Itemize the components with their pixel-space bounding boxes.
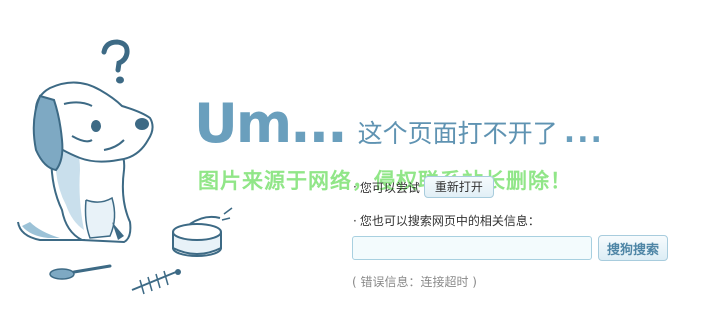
dog-head (32, 81, 154, 172)
spoon-icon (49, 264, 112, 280)
headline-dots: ... (563, 115, 604, 150)
confused-dog-illustration (17, 39, 233, 295)
question-mark-icon (101, 39, 130, 84)
search-form: 搜狗搜索 (352, 235, 669, 261)
error-headline: Um... 这个页面打不开了 ... (194, 92, 604, 155)
search-input[interactable] (352, 236, 592, 260)
headline-message: 这个页面打不开了 (357, 119, 558, 148)
error-info-text: ( 错误信息：连接超时 ) (352, 275, 477, 289)
reopen-button[interactable]: 重新打开 (423, 176, 494, 198)
search-tip-text: 您也可以搜索网页中的相关信息： (359, 214, 540, 228)
retry-tip: · 您可以尝试 重新打开 (353, 176, 494, 198)
search-tip: · 您也可以搜索网页中的相关信息： (353, 212, 540, 229)
sogou-search-button[interactable]: 搜狗搜索 (598, 235, 669, 261)
retry-tip-text: 您可以尝试 (359, 180, 420, 195)
tin-can-icon (172, 207, 233, 257)
fish-bone-icon (131, 269, 181, 295)
bullet: · (353, 214, 357, 228)
bullet: · (353, 180, 357, 194)
headline-um: Um... (194, 92, 348, 155)
